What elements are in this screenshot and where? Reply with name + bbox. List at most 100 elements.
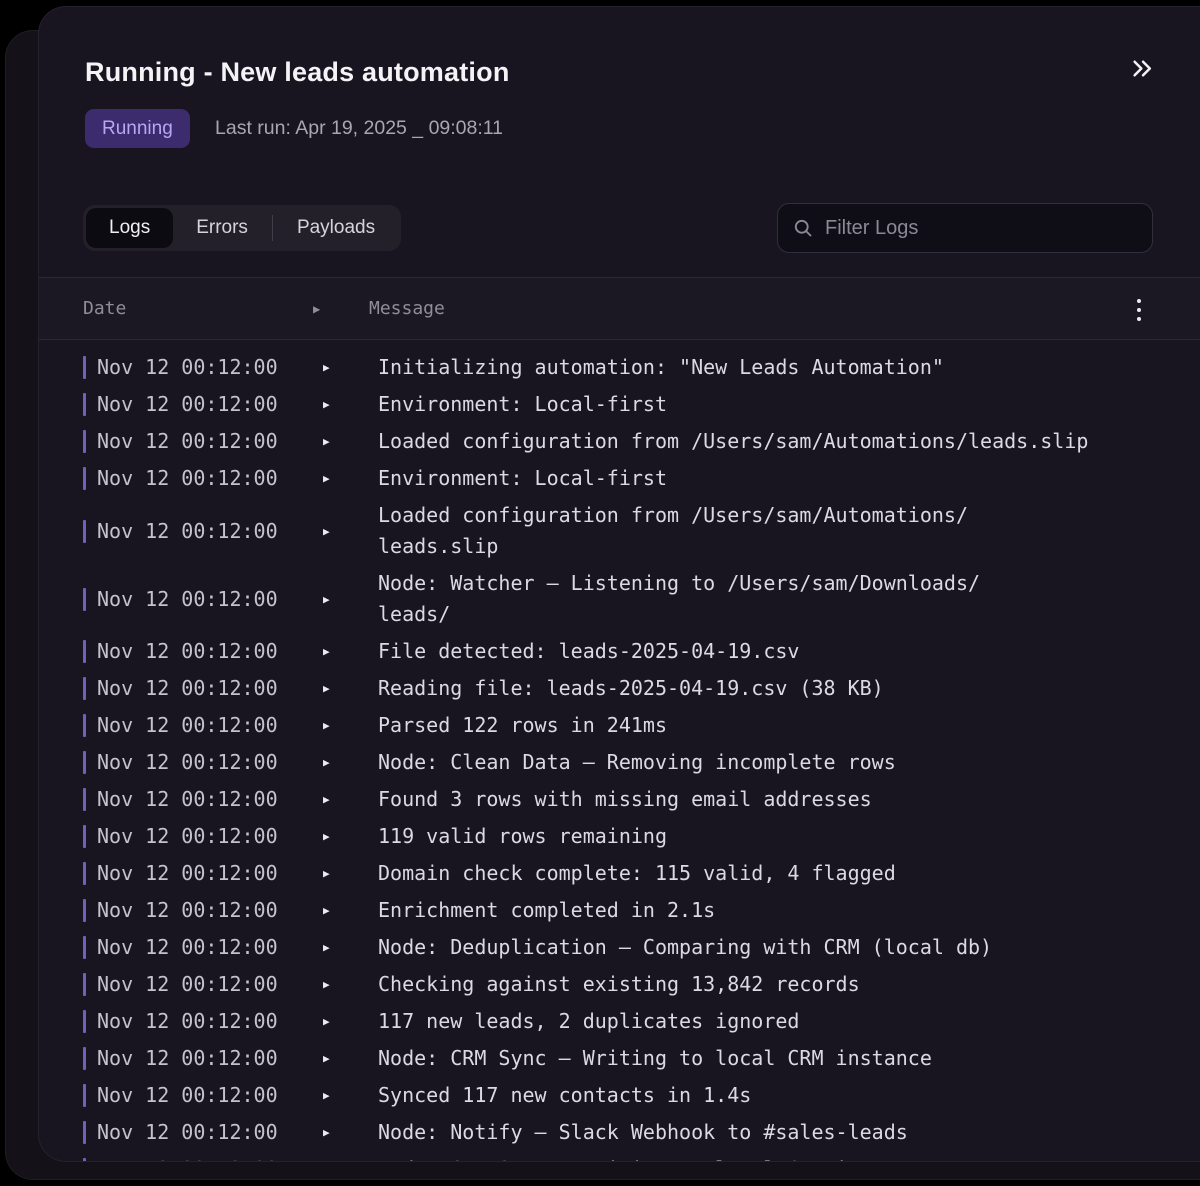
log-row[interactable]: Nov 12 00:12:00 ▶ Synced 117 new contact…: [39, 1077, 1200, 1114]
log-row[interactable]: Nov 12 00:12:00 ▶ Parsed 122 rows in 241…: [39, 707, 1200, 744]
tab-divider: [272, 215, 273, 241]
tab-payloads[interactable]: Payloads: [274, 208, 398, 248]
log-level-bar: [83, 520, 86, 543]
expander-column-icon: ▶: [313, 302, 369, 316]
log-level-bar: [83, 973, 86, 996]
log-row[interactable]: Nov 12 00:12:00 ▶ Loaded configuration f…: [39, 423, 1200, 460]
log-row[interactable]: Nov 12 00:12:00 ▶ Initializing automatio…: [39, 349, 1200, 386]
log-time: Nov 12 00:12:00: [97, 463, 323, 494]
log-time: Nov 12 00:12:00: [97, 858, 323, 889]
log-row[interactable]: Nov 12 00:12:00 ▶ Reading file: leads-20…: [39, 670, 1200, 707]
log-message: Loaded configuration from /Users/sam/Aut…: [378, 426, 1200, 457]
row-expand-icon[interactable]: ▶: [323, 784, 378, 815]
log-level-bar: [83, 640, 86, 663]
log-message: Synced 117 new contacts in 1.4s: [378, 1080, 1200, 1111]
row-expand-icon[interactable]: ▶: [323, 389, 378, 420]
log-rows-list: Nov 12 00:12:00 ▶ Initializing automatio…: [39, 341, 1200, 1162]
log-level-bar: [83, 1010, 86, 1033]
log-row[interactable]: Nov 12 00:12:00 ▶ Node: CRM Sync — Writi…: [39, 1040, 1200, 1077]
log-row[interactable]: Nov 12 00:12:00 ▶ Found 3 rows with miss…: [39, 781, 1200, 818]
row-expand-icon[interactable]: ▶: [323, 1043, 378, 1074]
row-expand-icon[interactable]: ▶: [323, 426, 378, 457]
row-expand-icon[interactable]: ▶: [323, 747, 378, 778]
log-row[interactable]: Nov 12 00:12:00 ▶ Enrichment completed i…: [39, 892, 1200, 929]
log-message: Parsed 122 rows in 241ms: [378, 710, 1200, 741]
log-time: Nov 12 00:12:00: [97, 821, 323, 852]
row-expand-icon[interactable]: ▶: [323, 352, 378, 383]
log-row[interactable]: Nov 12 00:12:00 ▶ File detected: leads-2…: [39, 633, 1200, 670]
row-expand-icon[interactable]: ▶: [323, 1154, 378, 1162]
log-level-bar: [83, 1121, 86, 1144]
kebab-menu-icon: [1137, 299, 1141, 303]
status-badge: Running: [85, 109, 190, 148]
row-expand-icon[interactable]: ▶: [323, 710, 378, 741]
log-time: Nov 12 00:12:00: [97, 969, 323, 1000]
log-row[interactable]: Nov 12 00:12:00 ▶ Environment: Local-fir…: [39, 460, 1200, 497]
tab-logs[interactable]: Logs: [86, 208, 173, 248]
log-row[interactable]: Nov 12 00:12:00 ▶ Node: Clean Data — Rem…: [39, 744, 1200, 781]
page-title: Running - New leads automation: [85, 57, 510, 88]
tab-errors[interactable]: Errors: [173, 208, 271, 248]
log-time: Nov 12 00:12:00: [97, 389, 323, 420]
collapse-panel-button[interactable]: [1125, 53, 1159, 87]
log-message: Enrichment completed in 2.1s: [378, 895, 1200, 926]
log-row[interactable]: Nov 12 00:12:00 ▶ 117 new leads, 2 dupli…: [39, 1003, 1200, 1040]
log-level-bar: [83, 1158, 86, 1162]
log-level-bar: [83, 393, 86, 416]
row-expand-icon[interactable]: ▶: [323, 821, 378, 852]
row-expand-icon[interactable]: ▶: [323, 516, 378, 547]
log-level-bar: [83, 936, 86, 959]
log-level-bar: [83, 356, 86, 379]
log-level-bar: [83, 677, 86, 700]
log-message: Environment: Local-first: [378, 389, 1200, 420]
row-expand-icon[interactable]: ▶: [323, 969, 378, 1000]
log-time: Nov 12 00:12:00: [97, 895, 323, 926]
log-level-bar: [83, 751, 86, 774]
log-message: Initializing automation: "New Leads Auto…: [378, 352, 1200, 383]
row-expand-icon[interactable]: ▶: [323, 584, 378, 615]
log-message: Node: Clean Data — Removing incomplete r…: [378, 747, 1200, 778]
log-row[interactable]: Nov 12 00:12:00 ▶ Node: Notify — Slack W…: [39, 1114, 1200, 1151]
row-expand-icon[interactable]: ▶: [323, 1117, 378, 1148]
log-level-bar: [83, 1084, 86, 1107]
row-expand-icon[interactable]: ▶: [323, 673, 378, 704]
log-level-bar: [83, 430, 86, 453]
row-expand-icon[interactable]: ▶: [323, 1080, 378, 1111]
log-message: Node: CRM Sync — Writing to local CRM in…: [378, 1154, 1200, 1162]
log-time: Nov 12 00:12:00: [97, 784, 323, 815]
log-row[interactable]: Nov 12 00:12:00 ▶ 119 valid rows remaini…: [39, 818, 1200, 855]
row-expand-icon[interactable]: ▶: [323, 858, 378, 889]
log-row[interactable]: Nov 12 00:12:00 ▶ Node: Watcher — Listen…: [39, 565, 1200, 633]
log-row[interactable]: Nov 12 00:12:00 ▶ Domain check complete:…: [39, 855, 1200, 892]
row-expand-icon[interactable]: ▶: [323, 1006, 378, 1037]
row-expand-icon[interactable]: ▶: [323, 636, 378, 667]
log-message: Reading file: leads-2025-04-19.csv (38 K…: [378, 673, 1200, 704]
log-time: Nov 12 00:12:00: [97, 584, 323, 615]
row-expand-icon[interactable]: ▶: [323, 895, 378, 926]
log-level-bar: [83, 899, 86, 922]
log-level-bar: [83, 825, 86, 848]
log-row[interactable]: Nov 12 00:12:00 ▶ Environment: Local-fir…: [39, 386, 1200, 423]
log-time: Nov 12 00:12:00: [97, 932, 323, 963]
row-expand-icon[interactable]: ▶: [323, 463, 378, 494]
log-message: File detected: leads-2025-04-19.csv: [378, 636, 1200, 667]
log-time: Nov 12 00:12:00: [97, 636, 323, 667]
log-row[interactable]: Nov 12 00:12:00 ▶ Node: CRM Sync — Writi…: [39, 1151, 1200, 1162]
log-level-bar: [83, 467, 86, 490]
log-row[interactable]: Nov 12 00:12:00 ▶ Node: Deduplication — …: [39, 929, 1200, 966]
log-message: Checking against existing 13,842 records: [378, 969, 1200, 1000]
log-time: Nov 12 00:12:00: [97, 673, 323, 704]
filter-logs-field: [777, 203, 1153, 253]
log-row[interactable]: Nov 12 00:12:00 ▶ Loaded configuration f…: [39, 497, 1200, 565]
row-expand-icon[interactable]: ▶: [323, 932, 378, 963]
log-row[interactable]: Nov 12 00:12:00 ▶ Checking against exist…: [39, 966, 1200, 1003]
log-message: Found 3 rows with missing email addresse…: [378, 784, 1200, 815]
filter-logs-input[interactable]: [825, 217, 1137, 240]
log-message: Node: Notify — Slack Webhook to #sales-l…: [378, 1117, 1200, 1148]
column-header-date: Date: [83, 298, 313, 319]
log-level-bar: [83, 788, 86, 811]
log-time: Nov 12 00:12:00: [97, 426, 323, 457]
table-options-button[interactable]: [1121, 290, 1157, 330]
log-time: Nov 12 00:12:00: [97, 352, 323, 383]
log-level-bar: [83, 1047, 86, 1070]
